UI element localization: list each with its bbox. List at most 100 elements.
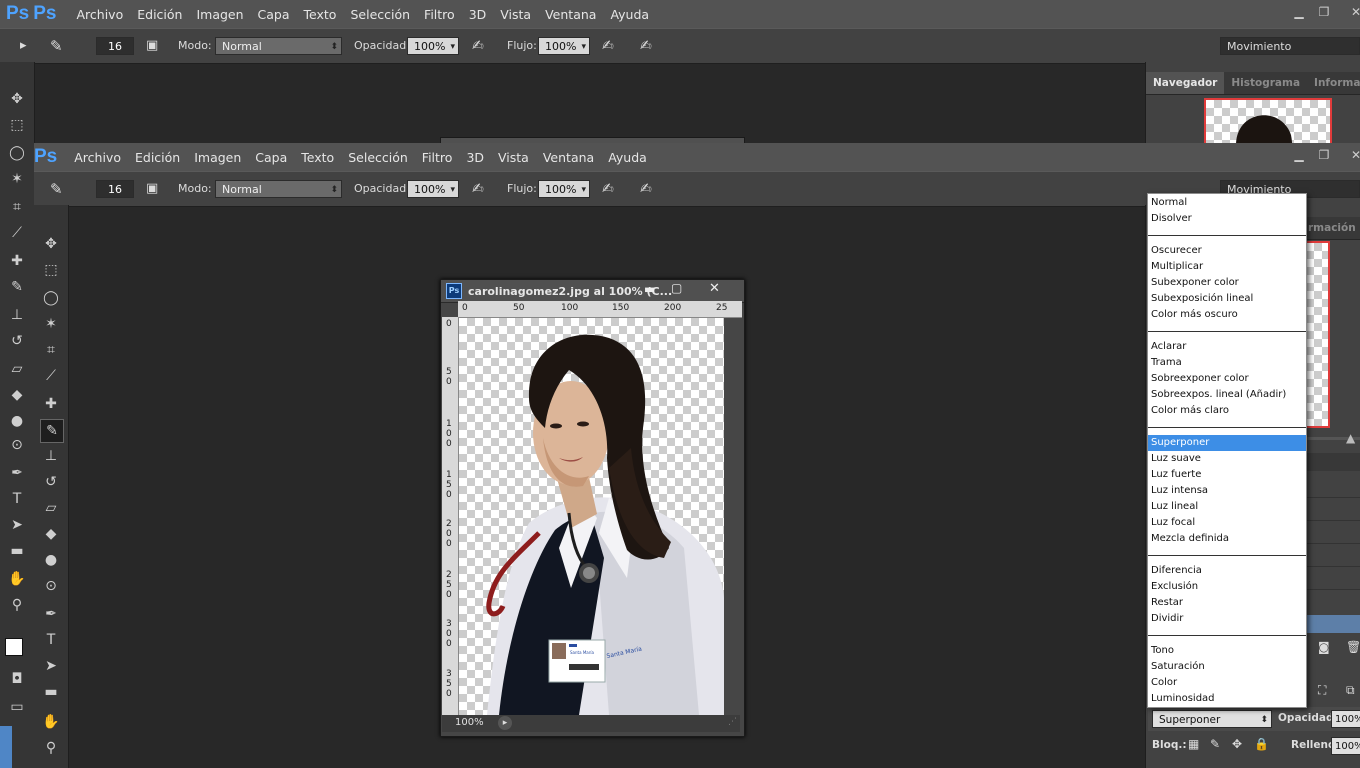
menu-imagen[interactable]: Imagen — [196, 7, 243, 22]
blend-mezcla-definida[interactable]: Mezcla definida — [1148, 531, 1306, 547]
blend-color-mas-claro[interactable]: Color más claro — [1148, 403, 1306, 419]
blend-sobreexpos-lineal[interactable]: Sobreexpos. lineal (Añadir) — [1148, 387, 1306, 403]
layer-row[interactable] — [1306, 544, 1360, 567]
pen-tool-icon[interactable]: ✒ — [40, 603, 62, 625]
move-tool-icon[interactable]: ✥ — [40, 233, 62, 255]
blend-luz-lineal[interactable]: Luz lineal — [1148, 499, 1306, 515]
minimize-icon[interactable]: ▁ — [1288, 4, 1310, 20]
camera-icon[interactable]: ◙ — [1318, 640, 1330, 654]
blend-restar[interactable]: Restar — [1148, 595, 1306, 611]
menu-archivo[interactable]: Archivo — [77, 7, 124, 22]
menu-texto[interactable]: Texto — [304, 7, 337, 22]
blur-tool-icon[interactable]: ● — [40, 549, 62, 571]
crop-tool-icon[interactable]: ⌗ — [6, 196, 28, 218]
maximize-icon[interactable]: ▢ — [671, 281, 682, 295]
menu-ayuda[interactable]: Ayuda — [610, 7, 649, 22]
menu-ventana[interactable]: Ventana — [543, 150, 594, 165]
menu-capa[interactable]: Capa — [255, 150, 287, 165]
menu-ventana[interactable]: Ventana — [545, 7, 596, 22]
menu-seleccion[interactable]: Selección — [348, 150, 408, 165]
blend-saturacion[interactable]: Saturación — [1148, 659, 1306, 675]
type-tool-icon[interactable]: T — [6, 488, 28, 510]
blend-color-mas-oscuro[interactable]: Color más oscuro — [1148, 307, 1306, 323]
brush-size-picker[interactable]: 16 — [96, 37, 134, 55]
canvas[interactable]: Santa María Santa María — [459, 318, 724, 715]
copy-icon[interactable]: ⧉ — [1346, 683, 1355, 698]
layer-row[interactable] — [1306, 567, 1360, 590]
opacity-field[interactable]: 100% ▾ — [407, 180, 459, 198]
tab-informacion[interactable]: Información — [1307, 72, 1360, 94]
brush-tool-icon[interactable]: ✎ — [50, 180, 63, 198]
workspace-select[interactable]: Movimiento — [1220, 37, 1360, 55]
zoom-tool-icon[interactable]: ⚲ — [40, 737, 62, 759]
healing-brush-icon[interactable]: ✚ — [40, 393, 62, 415]
flow-field[interactable]: 100% ▾ — [538, 180, 590, 198]
restore-icon[interactable]: ❐ — [1313, 4, 1335, 20]
shape-tool-icon[interactable]: ▬ — [6, 540, 28, 562]
hand-tool-icon[interactable]: ✋ — [6, 568, 28, 590]
close-icon[interactable]: ✕ — [1345, 147, 1360, 163]
blend-disolver[interactable]: Disolver — [1148, 211, 1306, 227]
brush-size-picker[interactable]: 16 — [96, 180, 134, 198]
tab-navegador[interactable]: Navegador — [1146, 72, 1225, 94]
menu-edicion[interactable]: Edición — [135, 150, 180, 165]
menu-3d[interactable]: 3D — [466, 150, 484, 165]
marquee-tool-icon[interactable]: ⬚ — [6, 114, 28, 136]
blend-diferencia[interactable]: Diferencia — [1148, 563, 1306, 579]
menu-filtro[interactable]: Filtro — [422, 150, 453, 165]
zoom-level[interactable]: 100% — [455, 717, 484, 728]
layer-row[interactable] — [1306, 521, 1360, 544]
blend-color[interactable]: Color — [1148, 675, 1306, 691]
healing-brush-icon[interactable]: ✚ — [6, 250, 28, 272]
resize-grip-icon[interactable]: ⋰ — [728, 717, 737, 727]
eraser-tool-icon[interactable]: ▱ — [6, 358, 28, 380]
blend-oscurecer[interactable]: Oscurecer — [1148, 243, 1306, 259]
blur-tool-icon[interactable]: ● — [6, 410, 28, 432]
document-titlebar[interactable]: Ps carolinagomez2.jpg al 100% (C... ▬ ▢ … — [441, 280, 744, 303]
menu-edicion[interactable]: Edición — [137, 7, 182, 22]
menu-archivo[interactable]: Archivo — [74, 150, 121, 165]
stamp-tool-icon[interactable]: ⊥ — [6, 304, 28, 326]
magic-wand-icon[interactable]: ✶ — [40, 313, 62, 335]
dodge-tool-icon[interactable]: ⊙ — [40, 575, 62, 597]
pressure-opacity-icon[interactable]: ✍ — [472, 37, 484, 55]
hand-tool-icon[interactable]: ✋ — [40, 711, 62, 733]
blend-tono[interactable]: Tono — [1148, 643, 1306, 659]
opacity-field[interactable]: 100% ▾ — [407, 37, 459, 55]
navigator-thumbnail[interactable] — [1306, 241, 1330, 428]
eraser-tool-icon[interactable]: ▱ — [40, 497, 62, 519]
marquee-tool-icon[interactable]: ⬚ — [40, 259, 62, 281]
close-icon[interactable]: ✕ — [1345, 4, 1360, 20]
lock-pixels-icon[interactable]: ▦ — [1188, 737, 1199, 751]
lock-paint-icon[interactable]: ✎ — [1210, 737, 1220, 751]
brush-tool-icon[interactable]: ✎ — [6, 276, 28, 298]
close-icon[interactable]: ✕ — [709, 281, 720, 296]
blend-subexposicion-lineal[interactable]: Subexposición lineal — [1148, 291, 1306, 307]
menu-capa[interactable]: Capa — [258, 7, 290, 22]
blend-trama[interactable]: Trama — [1148, 355, 1306, 371]
menu-ayuda[interactable]: Ayuda — [608, 150, 647, 165]
menu-texto[interactable]: Texto — [301, 150, 334, 165]
blend-luz-focal[interactable]: Luz focal — [1148, 515, 1306, 531]
path-select-icon[interactable]: ➤ — [6, 514, 28, 536]
history-brush-icon[interactable]: ↺ — [6, 330, 28, 352]
history-brush-icon[interactable]: ↺ — [40, 471, 62, 493]
pressure-size-icon[interactable]: ✍ — [640, 180, 652, 198]
type-tool-icon[interactable]: T — [40, 629, 62, 651]
dodge-tool-icon[interactable]: ⊙ — [6, 434, 28, 456]
eyedropper-icon[interactable]: ⟋ — [6, 222, 28, 244]
foreground-color-swatch[interactable] — [5, 638, 23, 656]
brush-panel-icon[interactable]: ▣ — [146, 180, 158, 198]
pen-tool-icon[interactable]: ✒ — [6, 462, 28, 484]
blend-sobreexponer-color[interactable]: Sobreexponer color — [1148, 371, 1306, 387]
lasso-tool-icon[interactable]: ◯ — [6, 142, 28, 164]
transform-icon[interactable]: ⛶ — [1318, 683, 1326, 698]
menu-seleccion[interactable]: Selección — [350, 7, 410, 22]
blend-subexponer-color[interactable]: Subexponer color — [1148, 275, 1306, 291]
menu-vista[interactable]: Vista — [500, 7, 531, 22]
path-select-icon[interactable]: ➤ — [40, 655, 62, 677]
airbrush-icon[interactable]: ✍ — [602, 37, 614, 55]
tab-informacion[interactable]: rmación — [1306, 217, 1356, 239]
layer-opacity-field[interactable]: 100% — [1331, 710, 1360, 728]
pressure-size-icon[interactable]: ✍ — [640, 37, 652, 55]
